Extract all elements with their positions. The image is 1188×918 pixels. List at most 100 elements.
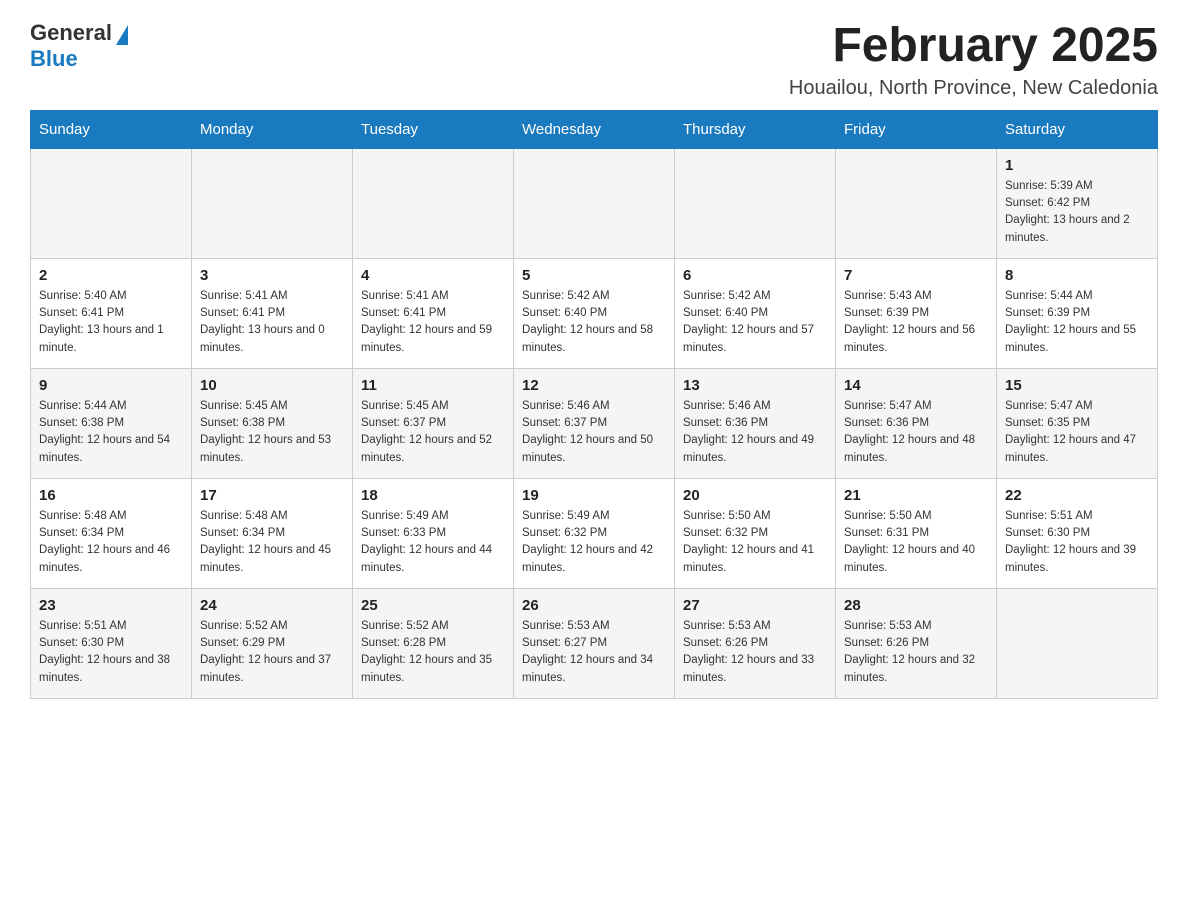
title-area: February 2025 Houailou, North Province, …	[789, 20, 1158, 100]
day-info: Sunrise: 5:50 AMSunset: 6:32 PMDaylight:…	[683, 508, 827, 577]
day-info: Sunrise: 5:47 AMSunset: 6:35 PMDaylight:…	[1005, 398, 1149, 467]
calendar-day-cell: 16 Sunrise: 5:48 AMSunset: 6:34 PMDayligh…	[31, 478, 192, 588]
day-info: Sunrise: 5:44 AMSunset: 6:38 PMDaylight:…	[39, 398, 183, 467]
weekday-header-tuesday: Tuesday	[353, 110, 514, 148]
calendar-day-cell: 12 Sunrise: 5:46 AMSunset: 6:37 PMDayligh…	[514, 368, 675, 478]
day-info: Sunrise: 5:46 AMSunset: 6:36 PMDaylight:…	[683, 398, 827, 467]
day-info: Sunrise: 5:40 AMSunset: 6:41 PMDaylight:…	[39, 288, 183, 357]
day-info: Sunrise: 5:41 AMSunset: 6:41 PMDaylight:…	[361, 288, 505, 357]
day-info: Sunrise: 5:53 AMSunset: 6:26 PMDaylight:…	[844, 618, 988, 687]
day-number: 14	[844, 377, 988, 394]
calendar-day-cell: 17 Sunrise: 5:48 AMSunset: 6:34 PMDayligh…	[192, 478, 353, 588]
calendar-week-row: 23 Sunrise: 5:51 AMSunset: 6:30 PMDayligh…	[31, 588, 1158, 698]
day-info: Sunrise: 5:52 AMSunset: 6:29 PMDaylight:…	[200, 618, 344, 687]
day-number: 15	[1005, 377, 1149, 394]
day-number: 17	[200, 487, 344, 504]
calendar-day-cell: 19 Sunrise: 5:49 AMSunset: 6:32 PMDayligh…	[514, 478, 675, 588]
calendar-day-cell: 28 Sunrise: 5:53 AMSunset: 6:26 PMDayligh…	[836, 588, 997, 698]
logo: General Blue	[30, 20, 128, 72]
day-number: 28	[844, 597, 988, 614]
day-info: Sunrise: 5:50 AMSunset: 6:31 PMDaylight:…	[844, 508, 988, 577]
day-info: Sunrise: 5:53 AMSunset: 6:26 PMDaylight:…	[683, 618, 827, 687]
calendar-day-cell: 2 Sunrise: 5:40 AMSunset: 6:41 PMDaylight…	[31, 258, 192, 368]
logo-triangle-icon	[116, 25, 128, 45]
day-info: Sunrise: 5:45 AMSunset: 6:37 PMDaylight:…	[361, 398, 505, 467]
day-number: 3	[200, 267, 344, 284]
calendar-day-cell: 27 Sunrise: 5:53 AMSunset: 6:26 PMDayligh…	[675, 588, 836, 698]
calendar-day-cell	[353, 148, 514, 258]
day-info: Sunrise: 5:49 AMSunset: 6:33 PMDaylight:…	[361, 508, 505, 577]
day-info: Sunrise: 5:49 AMSunset: 6:32 PMDaylight:…	[522, 508, 666, 577]
day-info: Sunrise: 5:51 AMSunset: 6:30 PMDaylight:…	[39, 618, 183, 687]
calendar-day-cell	[192, 148, 353, 258]
day-info: Sunrise: 5:39 AMSunset: 6:42 PMDaylight:…	[1005, 178, 1149, 247]
calendar-day-cell: 23 Sunrise: 5:51 AMSunset: 6:30 PMDayligh…	[31, 588, 192, 698]
weekday-header-wednesday: Wednesday	[514, 110, 675, 148]
page-header: General Blue February 2025 Houailou, Nor…	[30, 20, 1158, 100]
day-number: 4	[361, 267, 505, 284]
calendar-week-row: 16 Sunrise: 5:48 AMSunset: 6:34 PMDayligh…	[31, 478, 1158, 588]
calendar-day-cell: 21 Sunrise: 5:50 AMSunset: 6:31 PMDayligh…	[836, 478, 997, 588]
day-number: 27	[683, 597, 827, 614]
day-number: 16	[39, 487, 183, 504]
day-number: 8	[1005, 267, 1149, 284]
day-info: Sunrise: 5:42 AMSunset: 6:40 PMDaylight:…	[683, 288, 827, 357]
month-title: February 2025	[789, 20, 1158, 73]
day-number: 10	[200, 377, 344, 394]
calendar-day-cell: 11Sunrise: 5:45 AMSunset: 6:37 PMDayligh…	[353, 368, 514, 478]
day-info: Sunrise: 5:43 AMSunset: 6:39 PMDaylight:…	[844, 288, 988, 357]
calendar-table: SundayMondayTuesdayWednesdayThursdayFrid…	[30, 110, 1158, 699]
day-number: 12	[522, 377, 666, 394]
day-number: 6	[683, 267, 827, 284]
day-number: 26	[522, 597, 666, 614]
weekday-header-sunday: Sunday	[31, 110, 192, 148]
calendar-day-cell: 20Sunrise: 5:50 AMSunset: 6:32 PMDayligh…	[675, 478, 836, 588]
day-number: 24	[200, 597, 344, 614]
day-info: Sunrise: 5:45 AMSunset: 6:38 PMDaylight:…	[200, 398, 344, 467]
weekday-header-saturday: Saturday	[997, 110, 1158, 148]
day-info: Sunrise: 5:47 AMSunset: 6:36 PMDaylight:…	[844, 398, 988, 467]
calendar-day-cell: 13 Sunrise: 5:46 AMSunset: 6:36 PMDayligh…	[675, 368, 836, 478]
day-info: Sunrise: 5:44 AMSunset: 6:39 PMDaylight:…	[1005, 288, 1149, 357]
day-number: 25	[361, 597, 505, 614]
day-info: Sunrise: 5:48 AMSunset: 6:34 PMDaylight:…	[200, 508, 344, 577]
calendar-day-cell	[836, 148, 997, 258]
calendar-day-cell	[31, 148, 192, 258]
calendar-day-cell: 4 Sunrise: 5:41 AMSunset: 6:41 PMDaylight…	[353, 258, 514, 368]
day-number: 21	[844, 487, 988, 504]
day-number: 23	[39, 597, 183, 614]
calendar-day-cell: 3Sunrise: 5:41 AMSunset: 6:41 PMDaylight…	[192, 258, 353, 368]
weekday-header-monday: Monday	[192, 110, 353, 148]
calendar-day-cell: 14 Sunrise: 5:47 AMSunset: 6:36 PMDayligh…	[836, 368, 997, 478]
day-number: 2	[39, 267, 183, 284]
day-info: Sunrise: 5:53 AMSunset: 6:27 PMDaylight:…	[522, 618, 666, 687]
day-info: Sunrise: 5:46 AMSunset: 6:37 PMDaylight:…	[522, 398, 666, 467]
day-number: 22	[1005, 487, 1149, 504]
calendar-day-cell: 7Sunrise: 5:43 AMSunset: 6:39 PMDaylight…	[836, 258, 997, 368]
weekday-header-friday: Friday	[836, 110, 997, 148]
calendar-header-row: SundayMondayTuesdayWednesdayThursdayFrid…	[31, 110, 1158, 148]
calendar-day-cell	[514, 148, 675, 258]
day-info: Sunrise: 5:48 AMSunset: 6:34 PMDaylight:…	[39, 508, 183, 577]
calendar-day-cell: 6 Sunrise: 5:42 AMSunset: 6:40 PMDaylight…	[675, 258, 836, 368]
calendar-day-cell: 9Sunrise: 5:44 AMSunset: 6:38 PMDaylight…	[31, 368, 192, 478]
calendar-day-cell: 18Sunrise: 5:49 AMSunset: 6:33 PMDayligh…	[353, 478, 514, 588]
calendar-day-cell	[675, 148, 836, 258]
calendar-day-cell: 22 Sunrise: 5:51 AMSunset: 6:30 PMDayligh…	[997, 478, 1158, 588]
calendar-week-row: 2 Sunrise: 5:40 AMSunset: 6:41 PMDaylight…	[31, 258, 1158, 368]
location-subtitle: Houailou, North Province, New Caledonia	[789, 77, 1158, 100]
weekday-header-thursday: Thursday	[675, 110, 836, 148]
calendar-day-cell: 26 Sunrise: 5:53 AMSunset: 6:27 PMDayligh…	[514, 588, 675, 698]
day-number: 19	[522, 487, 666, 504]
calendar-day-cell: 1 Sunrise: 5:39 AMSunset: 6:42 PMDaylight…	[997, 148, 1158, 258]
day-info: Sunrise: 5:42 AMSunset: 6:40 PMDaylight:…	[522, 288, 666, 357]
day-info: Sunrise: 5:52 AMSunset: 6:28 PMDaylight:…	[361, 618, 505, 687]
logo-general-text: General	[30, 20, 112, 46]
day-number: 13	[683, 377, 827, 394]
day-info: Sunrise: 5:51 AMSunset: 6:30 PMDaylight:…	[1005, 508, 1149, 577]
calendar-week-row: 1 Sunrise: 5:39 AMSunset: 6:42 PMDaylight…	[31, 148, 1158, 258]
day-number: 1	[1005, 157, 1149, 174]
calendar-day-cell: 8 Sunrise: 5:44 AMSunset: 6:39 PMDaylight…	[997, 258, 1158, 368]
calendar-day-cell: 10 Sunrise: 5:45 AMSunset: 6:38 PMDayligh…	[192, 368, 353, 478]
calendar-day-cell	[997, 588, 1158, 698]
